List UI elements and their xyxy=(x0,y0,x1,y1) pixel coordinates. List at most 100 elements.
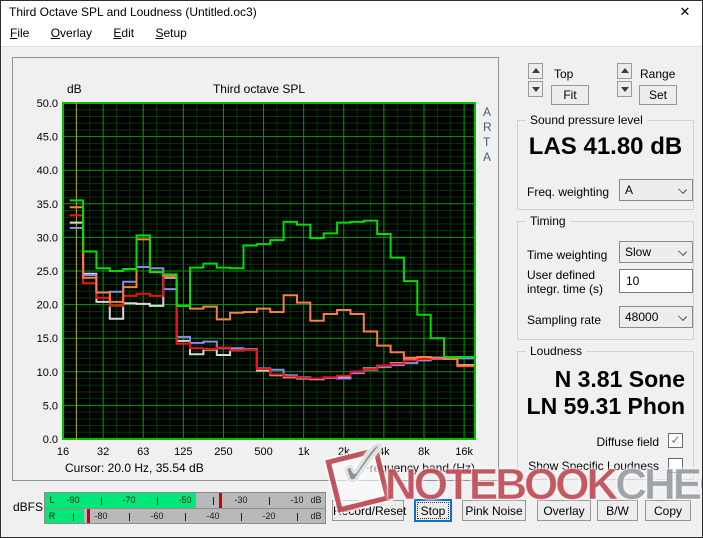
y-axis-unit-label: dB xyxy=(67,82,82,96)
menu-setup[interactable]: Setup xyxy=(146,23,195,43)
integr-time-label-line1: User defined xyxy=(527,268,596,282)
y-tick-label: 5.0 xyxy=(43,400,58,412)
meter-tick xyxy=(297,513,298,521)
integr-time-input[interactable]: 10 xyxy=(619,269,693,293)
stop-button[interactable]: Stop xyxy=(414,499,452,522)
diffuse-field-checkbox[interactable]: ✓ xyxy=(668,433,683,448)
meter-scale-label: -50 xyxy=(178,495,192,505)
menu-overlay[interactable]: Overlay xyxy=(42,23,101,43)
loudness-sone-value: N 3.81 Sone xyxy=(554,366,685,392)
freq-weighting-select[interactable]: A xyxy=(619,179,693,201)
x-tick-label: 16k xyxy=(455,446,473,458)
range-spin-up-button[interactable] xyxy=(617,63,632,79)
meter-tick xyxy=(213,497,214,505)
meter-scale-label: -60 xyxy=(150,511,164,521)
top-spin-down-button[interactable] xyxy=(528,81,543,97)
time-weighting-select[interactable]: Slow xyxy=(619,241,693,263)
y-tick-label: 25.0 xyxy=(37,266,58,278)
meter-scale-label: R xyxy=(48,511,56,521)
level-meter-right: R -80 -60 -40 -20 dB xyxy=(45,508,325,523)
y-tick-label: 35.0 xyxy=(37,199,58,211)
x-tick-label: 8k xyxy=(418,446,430,458)
freq-weighting-label: Freq. weighting xyxy=(527,185,610,199)
meter-scale-label: dB xyxy=(310,495,322,505)
down-arrow-icon xyxy=(531,87,540,92)
meter-scale-label: dB xyxy=(310,511,322,521)
meter-tick xyxy=(241,513,242,521)
freq-weighting-value: A xyxy=(625,183,634,197)
close-icon[interactable]: ✕ xyxy=(677,4,693,20)
meter-peak-indicator xyxy=(87,509,90,523)
spl-chart[interactable]: dB Third octave SPL 50.0 45.0 40.0 35.0 30.0 25… xyxy=(13,58,498,480)
meter-scale-label: -30 xyxy=(234,495,248,505)
arta-watermark: T xyxy=(483,135,491,149)
overlay-button[interactable]: Overlay xyxy=(537,500,591,521)
menu-edit[interactable]: Edit xyxy=(104,23,143,43)
meter-tick xyxy=(129,513,130,521)
chart-title: Third octave SPL xyxy=(213,82,305,96)
sampling-rate-select[interactable]: 48000 xyxy=(619,306,693,328)
y-tick-label: 0.0 xyxy=(43,434,58,446)
spl-group-title: Sound pressure level xyxy=(526,113,647,127)
sampling-rate-value: 48000 xyxy=(625,310,659,324)
timing-group: Timing Time weighting Slow User defined … xyxy=(517,214,694,340)
meter-tick xyxy=(157,497,158,505)
level-meter: L -90 -70 -50 -30 -10 dB R -80 -60 -40 -20 dB xyxy=(44,492,326,524)
top-label: Top xyxy=(554,67,574,81)
meter-tick xyxy=(73,513,74,521)
x-tick-label: 250 xyxy=(214,446,232,458)
x-tick-label: 4k xyxy=(378,446,390,458)
title-bar: Third Octave SPL and Loudness (Untitled.… xyxy=(1,1,702,23)
bw-button[interactable]: B/W xyxy=(597,500,638,521)
check-icon: ✓ xyxy=(670,433,681,447)
spl-chart-panel[interactable]: dB Third octave SPL 50.0 45.0 40.0 35.0 30.0 25… xyxy=(12,57,499,481)
cursor-readout: Cursor: 20.0 Hz, 35.54 dB xyxy=(65,461,204,475)
pink-noise-button[interactable]: Pink Noise xyxy=(462,500,526,521)
y-tick-label: 50.0 xyxy=(37,98,58,110)
range-label: Range xyxy=(640,67,676,81)
copy-button[interactable]: Copy xyxy=(645,500,691,521)
window-title: Third Octave SPL and Loudness (Untitled.… xyxy=(9,5,257,19)
down-arrow-icon xyxy=(620,87,629,92)
spl-value: LAS 41.80 dB xyxy=(528,133,683,160)
meter-scale-label: -40 xyxy=(206,511,220,521)
fit-button[interactable]: Fit xyxy=(551,85,589,105)
meter-scale-label: L xyxy=(49,495,55,505)
app-window: Third Octave SPL and Loudness (Untitled.… xyxy=(0,0,703,538)
top-spin-up-button[interactable] xyxy=(528,63,543,79)
timing-group-title: Timing xyxy=(526,214,570,228)
chevron-down-icon xyxy=(679,313,686,320)
arta-watermark: R xyxy=(483,120,492,134)
y-tick-label: 15.0 xyxy=(37,333,58,345)
y-tick-label: 20.0 xyxy=(37,300,58,312)
range-spin-down-button[interactable] xyxy=(617,81,632,97)
record-reset-button[interactable]: Record/Reset xyxy=(332,500,406,521)
meter-scale-label: -80 xyxy=(94,511,108,521)
integr-time-label-line2: integr. time (s) xyxy=(527,282,604,296)
y-tick-label: 45.0 xyxy=(37,132,58,144)
x-tick-label: 32 xyxy=(97,446,109,458)
x-axis-label: Frequency band (Hz) xyxy=(362,461,475,475)
time-weighting-label: Time weighting xyxy=(527,248,608,262)
x-tick-label: 125 xyxy=(174,446,192,458)
sampling-rate-label: Sampling rate xyxy=(527,313,602,327)
x-tick-label: 16 xyxy=(57,446,69,458)
meter-scale-label: -70 xyxy=(122,495,136,505)
up-arrow-icon xyxy=(531,68,540,73)
x-tick-label: 500 xyxy=(254,446,272,458)
loudness-group-title: Loudness xyxy=(526,344,587,358)
up-arrow-icon xyxy=(620,68,629,73)
x-tick-label: 63 xyxy=(137,446,149,458)
set-button[interactable]: Set xyxy=(639,85,677,105)
x-tick-label: 1k xyxy=(298,446,310,458)
meter-scale-label: -20 xyxy=(262,511,276,521)
menu-bar: File Overlay Edit Setup xyxy=(1,23,702,47)
meter-tick xyxy=(269,497,270,505)
x-tick-label: 2k xyxy=(338,446,350,458)
show-specific-loudness-checkbox[interactable] xyxy=(668,458,683,473)
diffuse-field-label: Diffuse field xyxy=(596,435,659,449)
dbfs-label: dBFS xyxy=(13,500,44,514)
menu-file[interactable]: File xyxy=(1,23,38,43)
level-meter-left: L -90 -70 -50 -30 -10 dB xyxy=(45,493,325,508)
meter-tick xyxy=(185,513,186,521)
